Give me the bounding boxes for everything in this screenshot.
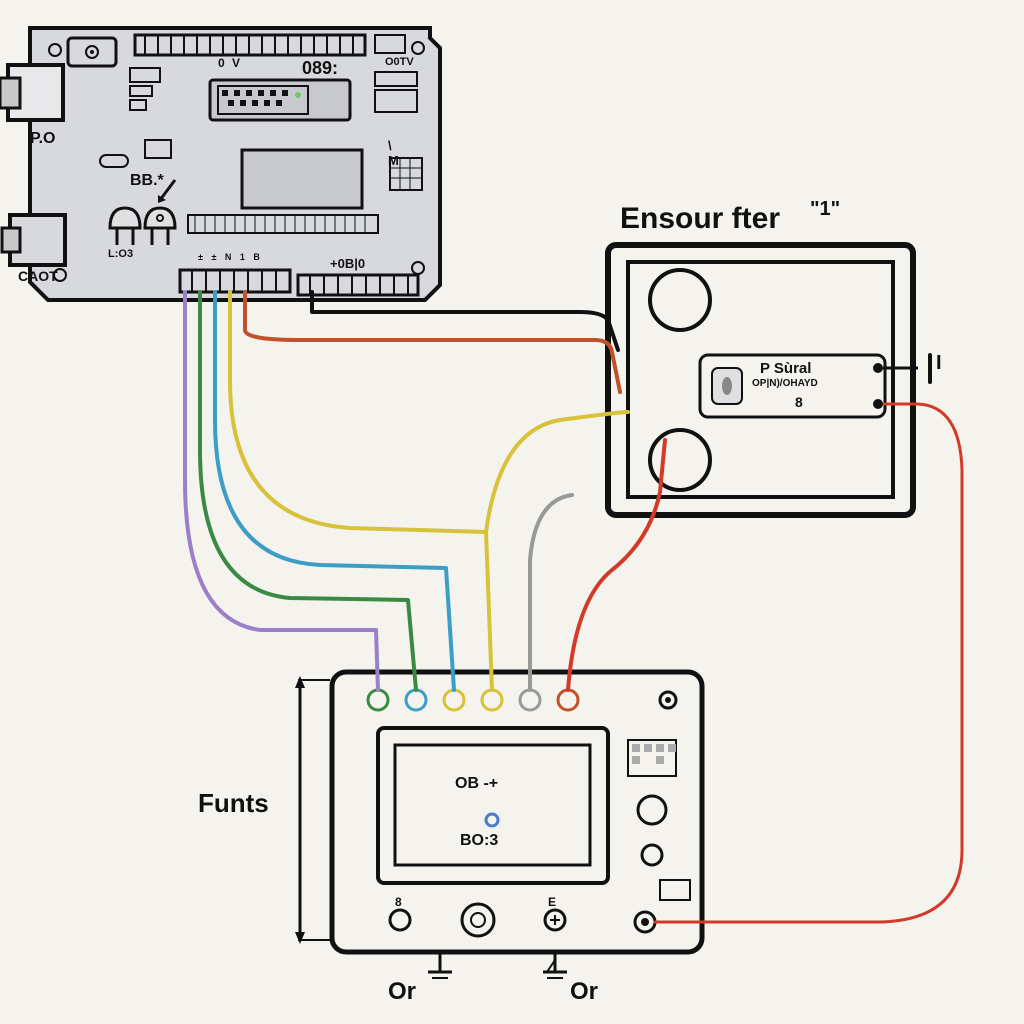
- wire-gray: [530, 495, 572, 690]
- bottom-module-chip2: BO:3: [460, 832, 498, 850]
- arduino-header-right: O0TV: [385, 56, 414, 68]
- right-module-terminal: I: [936, 352, 942, 375]
- wire-red-inner: [568, 440, 665, 690]
- right-module-suffix: "1": [810, 198, 840, 221]
- bottom-footer-right: Or: [570, 978, 598, 1006]
- arduino-pin-d: 0 V: [218, 56, 242, 70]
- wiring-diagram: [0, 0, 1024, 1024]
- wire-orange: [245, 292, 620, 392]
- arduino-port-label-bottom: CAOT: [18, 268, 58, 284]
- bottom-module: [295, 672, 702, 978]
- bottom-footer-left: Or: [388, 978, 416, 1006]
- right-module-inner3: 8: [795, 394, 803, 410]
- right-module-inner1: P Sùral: [760, 360, 811, 377]
- arduino-bb-label: BB.*: [130, 172, 164, 190]
- arduino-header-bottom: +0B|0: [330, 256, 365, 271]
- bottom-module-side: Funts: [198, 788, 269, 819]
- arduino-port-label-top: P.O: [30, 130, 56, 148]
- bottom-module-chip1: OB -+: [455, 775, 498, 793]
- right-module-inner2: OP|N)/OHAYD: [752, 378, 818, 389]
- arduino-chip-text: 089:: [302, 58, 338, 79]
- arduino-led-label: L:O3: [108, 248, 133, 260]
- right-module-title: Ensour fter: [620, 202, 780, 236]
